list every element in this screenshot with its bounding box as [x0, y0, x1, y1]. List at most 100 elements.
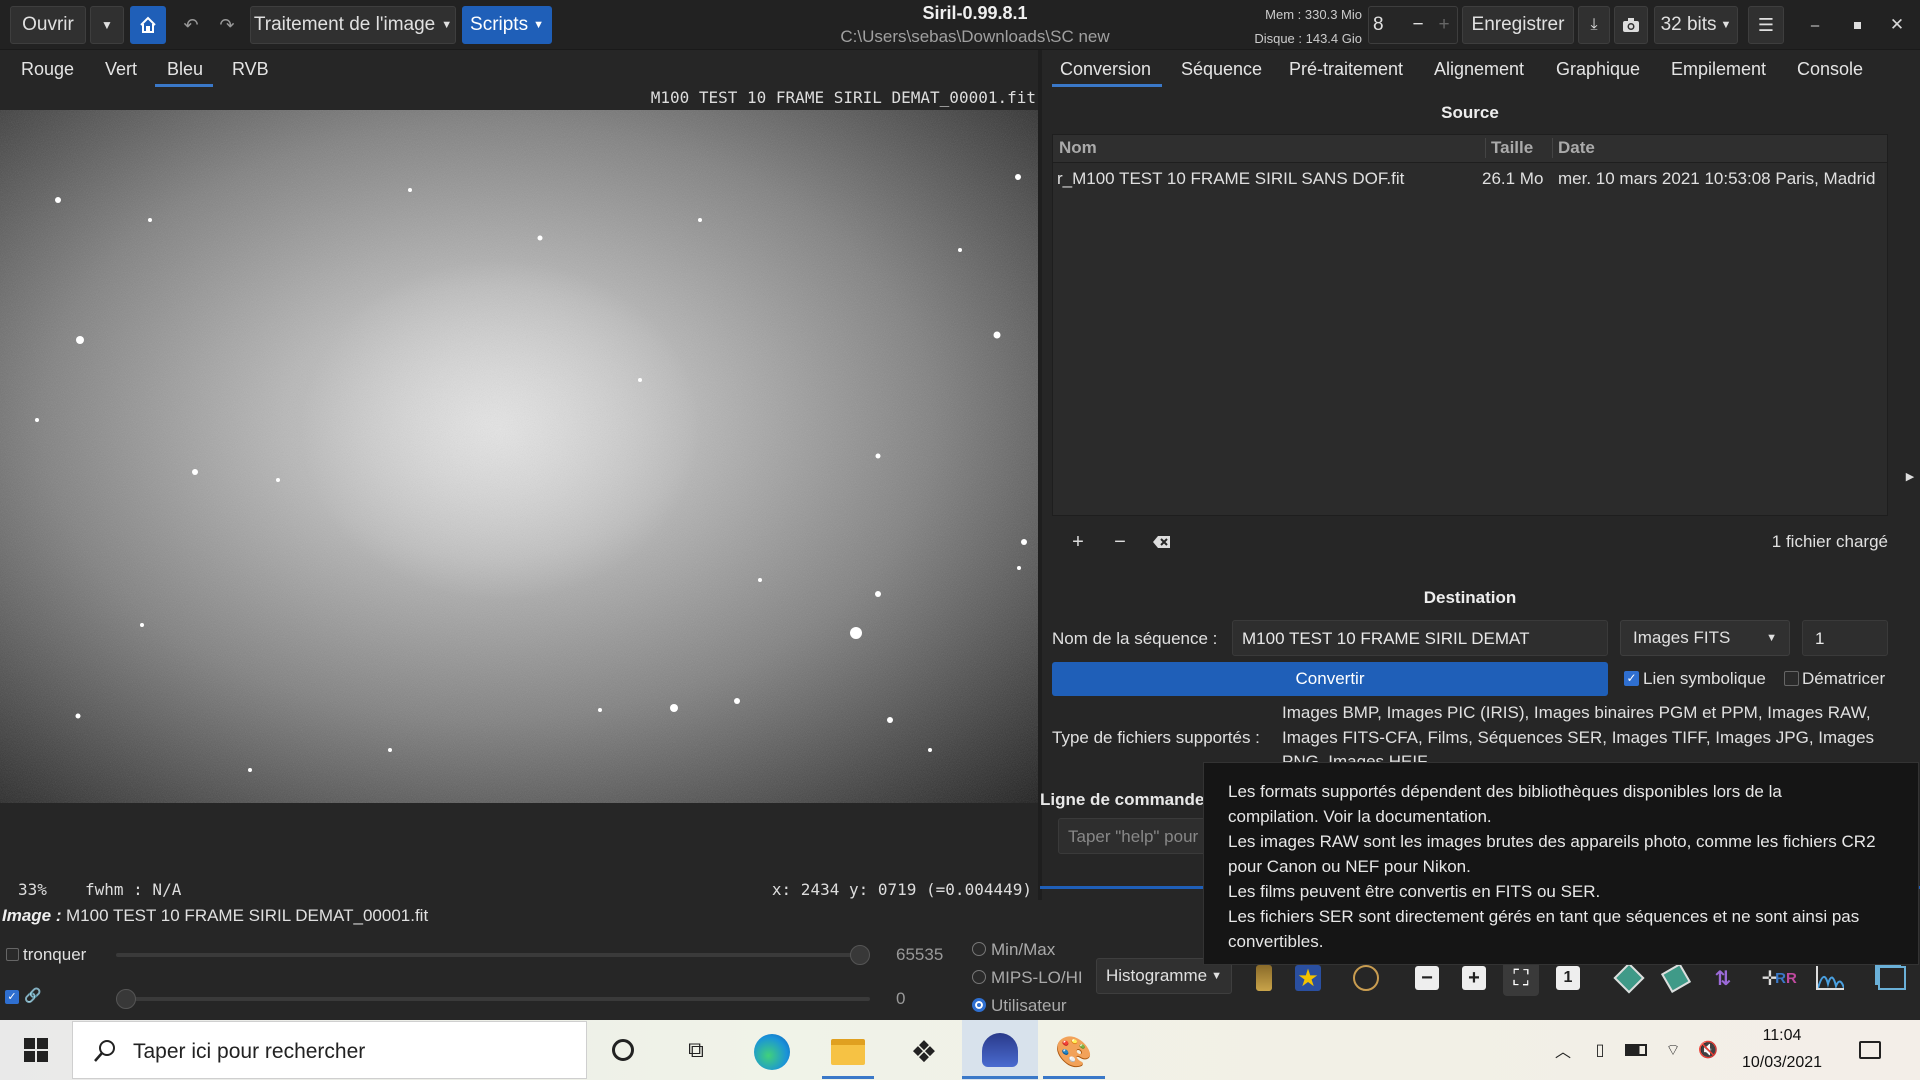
remove-file-button[interactable]: − — [1106, 528, 1134, 556]
table-row[interactable]: r_M100 TEST 10 FRAME SIRIL SANS DOF.fit … — [1053, 165, 1887, 193]
taskbar-edge[interactable] — [746, 1026, 798, 1078]
maximize-button[interactable] — [1840, 8, 1874, 42]
clip-checkbox[interactable] — [6, 948, 19, 961]
open-button[interactable]: Ouvrir — [10, 6, 86, 44]
windows-logo-icon — [24, 1038, 48, 1062]
search-placeholder: Taper ici pour rechercher — [133, 1040, 366, 1063]
image-processing-menu[interactable]: Traitement de l'image ▼ — [250, 6, 456, 44]
link-icon: 🔗 — [24, 987, 42, 1003]
tab-plot[interactable]: Graphique — [1556, 59, 1640, 80]
high-slider-handle[interactable] — [850, 945, 870, 965]
save-as-button[interactable]: ⤓ — [1578, 6, 1610, 44]
source-file-table[interactable]: Nom Taille Date r_M100 TEST 10 FRAME SIR… — [1052, 134, 1888, 516]
zoom-one-button[interactable]: 1 — [1550, 960, 1586, 996]
start-button[interactable] — [0, 1020, 72, 1080]
tray-device[interactable]: ▯ — [1587, 1035, 1613, 1065]
tab-console[interactable]: Console — [1797, 59, 1863, 80]
taskbar-search[interactable]: Taper ici pour rechercher — [72, 1021, 587, 1079]
mirror-x-button[interactable]: ⇅ — [1705, 960, 1741, 996]
snapshot-button[interactable] — [1614, 6, 1648, 44]
low-slider[interactable] — [116, 989, 870, 1009]
threads-spinner[interactable]: 8 − + — [1368, 6, 1458, 44]
main-menu-button[interactable]: ☰ — [1748, 6, 1784, 44]
tab-rvb[interactable]: RVB — [232, 59, 269, 80]
home-button[interactable] — [130, 6, 166, 44]
zoom-fit-button[interactable]: ⛶ — [1503, 960, 1539, 996]
cursor-coords: x: 2434 y: 0719 (=0.004449) — [771, 880, 1032, 899]
low-slider-handle[interactable] — [116, 989, 136, 1009]
column-name[interactable]: Nom — [1059, 138, 1097, 158]
minmax-label: Min/Max — [991, 940, 1056, 959]
user-radio[interactable] — [972, 998, 986, 1012]
zoom-in-button[interactable]: + — [1456, 960, 1492, 996]
column-size[interactable]: Taille — [1485, 138, 1533, 158]
tray-overflow[interactable]: ︿ — [1550, 1035, 1576, 1065]
color-saturation-button[interactable] — [1246, 960, 1282, 996]
column-date[interactable]: Date — [1552, 138, 1595, 158]
taskbar-siril[interactable] — [962, 1020, 1038, 1080]
histogram-button[interactable] — [1812, 960, 1848, 996]
rotate-right-button[interactable] — [1658, 960, 1694, 996]
galaxy-button[interactable] — [1348, 960, 1384, 996]
open-menu-button[interactable]: ▼ — [90, 6, 124, 44]
clock-date[interactable]: 10/03/2021 — [1732, 1054, 1832, 1072]
folder-icon — [831, 1039, 865, 1065]
mips-radio[interactable] — [972, 970, 986, 984]
task-view-icon: ⧉ — [688, 1037, 704, 1062]
edge-icon — [754, 1034, 790, 1070]
taskbar-explorer[interactable] — [822, 1026, 874, 1078]
panel-collapse-handle[interactable]: ▶ — [1902, 466, 1918, 486]
debayer-checkbox[interactable] — [1784, 671, 1799, 686]
convert-button[interactable]: Convertir — [1052, 662, 1608, 696]
file-date: mer. 10 mars 2021 10:53:08 Paris, Madrid — [1558, 169, 1876, 188]
rotate-left-button[interactable] — [1611, 960, 1647, 996]
save-button[interactable]: Enregistrer — [1462, 6, 1574, 44]
image-canvas[interactable] — [0, 110, 1038, 803]
undo-button[interactable]: ↶ — [176, 6, 206, 44]
tab-sequence[interactable]: Séquence — [1181, 59, 1262, 80]
tab-preprocessing[interactable]: Pré-traitement — [1289, 59, 1403, 80]
zoom-one-icon: 1 — [1556, 966, 1580, 990]
tab-registration[interactable]: Alignement — [1434, 59, 1524, 80]
minus-icon[interactable]: − — [1405, 14, 1431, 36]
taskbar-dropbox[interactable]: ❖ — [898, 1026, 950, 1078]
clock-time[interactable]: 11:04 — [1732, 1027, 1832, 1045]
output-format-select[interactable]: Images FITS ▼ — [1620, 620, 1790, 656]
bit-depth-menu[interactable]: 32 bits ▼ — [1654, 6, 1738, 44]
tooltip-line-5: Les films peuvent être convertis en FITS… — [1228, 882, 1601, 901]
mips-label: MIPS-LO/HI — [991, 968, 1083, 987]
tab-conversion[interactable]: Conversion — [1060, 59, 1151, 80]
rgb-compose-tool-button[interactable]: RR — [1768, 960, 1804, 996]
notifications-button[interactable] — [1850, 1030, 1890, 1070]
plus-icon[interactable]: + — [1431, 14, 1457, 36]
add-files-button[interactable]: + — [1064, 528, 1092, 556]
clear-list-button[interactable] — [1148, 528, 1176, 556]
tab-bleu[interactable]: Bleu — [167, 59, 203, 80]
multi-view-button[interactable] — [1874, 960, 1910, 996]
minmax-radio[interactable] — [972, 942, 986, 956]
sequence-name-input[interactable]: M100 TEST 10 FRAME SIRIL DEMAT — [1232, 620, 1608, 656]
tab-vert[interactable]: Vert — [105, 59, 137, 80]
cortana-button[interactable] — [598, 1030, 648, 1070]
start-index-input[interactable]: 1 — [1802, 620, 1888, 656]
symlink-checkbox[interactable]: ✓ — [1624, 671, 1639, 686]
task-view-button[interactable]: ⧉ — [671, 1030, 721, 1070]
redo-button[interactable]: ↷ — [212, 6, 242, 44]
tab-stacking[interactable]: Empilement — [1671, 59, 1766, 80]
tab-rouge[interactable]: Rouge — [21, 59, 74, 80]
auto-link-checkbox[interactable]: ✓ — [5, 990, 19, 1004]
star-detection-button[interactable]: ★ — [1290, 960, 1326, 996]
tray-battery[interactable] — [1621, 1035, 1651, 1065]
minimize-button[interactable]: – — [1798, 8, 1832, 42]
zoom-out-button[interactable]: − — [1409, 960, 1445, 996]
tray-volume[interactable]: 🔇 — [1694, 1035, 1722, 1065]
panel-divider[interactable] — [1038, 50, 1042, 900]
tray-wifi[interactable]: ⌔ — [1660, 1035, 1686, 1065]
high-slider[interactable] — [116, 945, 870, 965]
clip-label: tronquer — [23, 945, 87, 964]
scripts-menu[interactable]: Scripts ▼ — [462, 6, 552, 44]
minimize-icon: – — [1810, 16, 1820, 34]
scripts-label: Scripts — [470, 14, 529, 35]
close-button[interactable]: ✕ — [1880, 8, 1914, 42]
taskbar-paint[interactable]: 🎨 — [1048, 1026, 1100, 1078]
